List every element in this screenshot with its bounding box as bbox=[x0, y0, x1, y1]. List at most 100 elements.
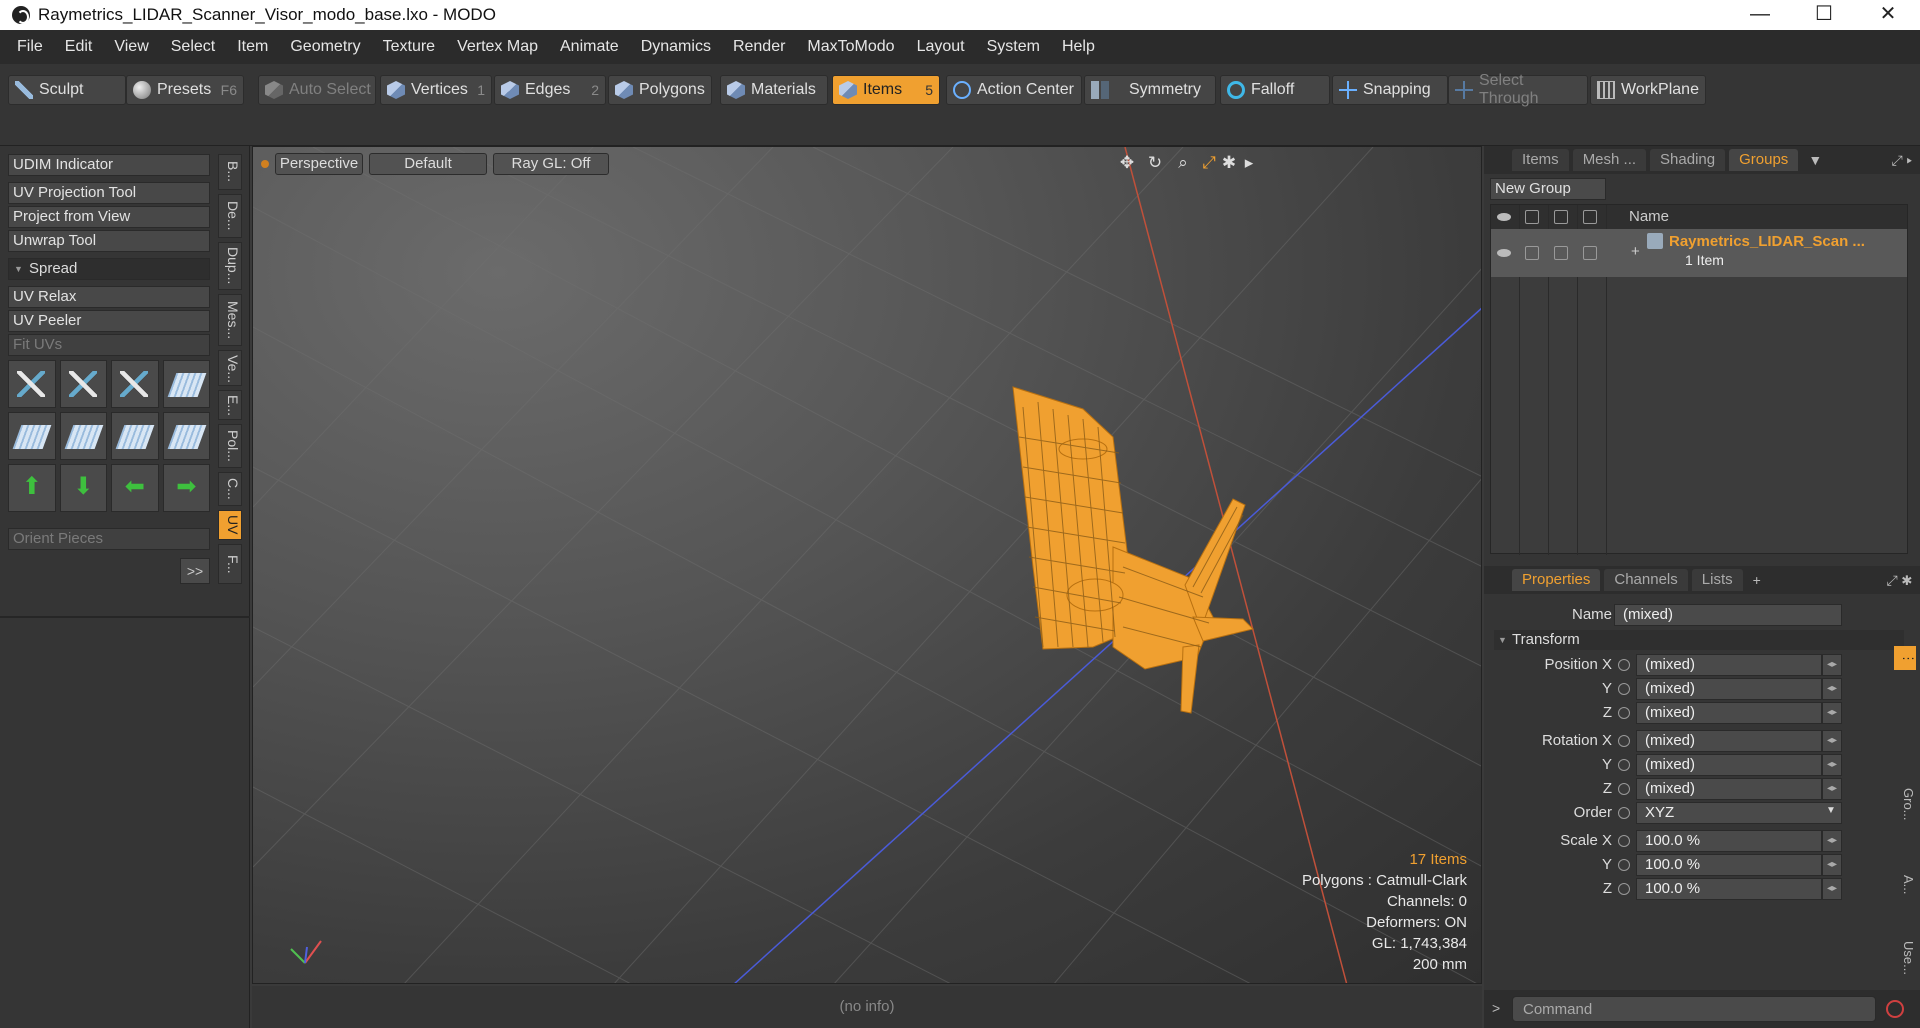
scale-z-field[interactable]: 100.0 % bbox=[1636, 878, 1822, 900]
tab-channels[interactable]: Channels bbox=[1604, 569, 1688, 591]
tab-groups[interactable]: Groups bbox=[1729, 149, 1799, 171]
scale-x-anim-dot[interactable] bbox=[1618, 835, 1630, 847]
position-y-slider-icon[interactable]: ◂▸ bbox=[1822, 678, 1842, 700]
position-z-anim-dot[interactable] bbox=[1618, 707, 1630, 719]
group-name[interactable]: Raymetrics_LIDAR_Scan ... bbox=[1669, 233, 1865, 250]
uv-plane-icon[interactable] bbox=[59, 412, 107, 460]
expand-panel-button[interactable]: >> bbox=[180, 558, 210, 584]
side-tab-assemblies[interactable]: A... bbox=[1894, 868, 1916, 902]
minimize-button[interactable]: — bbox=[1728, 0, 1792, 30]
position-x-field[interactable]: (mixed) bbox=[1636, 654, 1822, 676]
rotation-z-slider-icon[interactable]: ◂▸ bbox=[1822, 778, 1842, 800]
rotation-y-slider-icon[interactable]: ◂▸ bbox=[1822, 754, 1842, 776]
rotation-x-slider-icon[interactable]: ◂▸ bbox=[1822, 730, 1842, 752]
vtab-curve[interactable]: C... bbox=[218, 472, 242, 506]
rotation-y-field[interactable]: (mixed) bbox=[1636, 754, 1822, 776]
expand-group-icon[interactable]: + bbox=[1631, 243, 1640, 260]
project-from-view-button[interactable]: Project from View bbox=[8, 206, 210, 228]
vtab-deform[interactable]: De... bbox=[218, 194, 242, 238]
menu-item[interactable]: Item bbox=[226, 38, 279, 56]
items-button[interactable]: Items 5 bbox=[832, 75, 940, 105]
side-tab-groups[interactable]: Gro... bbox=[1894, 772, 1916, 836]
edges-button[interactable]: Edges 2 bbox=[494, 75, 606, 105]
shading-dropdown[interactable]: Default bbox=[369, 153, 487, 175]
select-through-button[interactable]: Select Through bbox=[1448, 72, 1588, 107]
rotation-x-anim-dot[interactable] bbox=[1618, 735, 1630, 747]
vertices-button[interactable]: Vertices 1 bbox=[380, 75, 492, 105]
close-button[interactable]: ✕ bbox=[1856, 0, 1920, 30]
vtab-basic[interactable]: B... bbox=[218, 154, 242, 190]
falloff-button[interactable]: Falloff bbox=[1220, 75, 1330, 105]
menu-vertex-map[interactable]: Vertex Map bbox=[446, 38, 549, 56]
menu-texture[interactable]: Texture bbox=[372, 38, 446, 56]
vtab-mesh-edit[interactable]: Mes... bbox=[218, 294, 242, 346]
position-x-slider-icon[interactable]: ◂▸ bbox=[1822, 654, 1842, 676]
align-left-icon[interactable]: ⬅ bbox=[111, 464, 159, 512]
vtab-polygon[interactable]: Pol... bbox=[218, 424, 242, 468]
align-right-icon[interactable]: ➡ bbox=[162, 464, 210, 512]
position-z-field[interactable]: (mixed) bbox=[1636, 702, 1822, 724]
side-tab-user[interactable]: Use... bbox=[1894, 932, 1916, 984]
symmetry-button[interactable]: Symmetry bbox=[1084, 75, 1216, 105]
new-group-button[interactable]: New Group bbox=[1490, 178, 1606, 200]
polygons-button[interactable]: Polygons bbox=[608, 75, 712, 105]
group-select-toggle[interactable] bbox=[1583, 246, 1597, 260]
materials-button[interactable]: Materials bbox=[720, 75, 828, 105]
menu-maxtomodo[interactable]: MaxToModo bbox=[796, 38, 905, 56]
scale-x-slider-icon[interactable]: ◂▸ bbox=[1822, 830, 1842, 852]
menu-file[interactable]: File bbox=[6, 38, 54, 56]
command-input[interactable] bbox=[1512, 996, 1876, 1022]
uv-sphere-icon[interactable] bbox=[8, 412, 56, 460]
align-down-icon[interactable]: ⬇ bbox=[59, 464, 107, 512]
add-tab-button[interactable]: + bbox=[1747, 572, 1767, 588]
command-run-icon[interactable] bbox=[1886, 1000, 1904, 1018]
tab-dropdown-icon[interactable]: ▼ bbox=[1802, 152, 1828, 168]
order-dropdown[interactable]: XYZ bbox=[1636, 802, 1842, 824]
side-tab-active[interactable]: ⋮ bbox=[1894, 646, 1916, 670]
rotate-view-icon[interactable]: ↻ bbox=[1145, 153, 1165, 173]
viewport-menu-icon[interactable]: ▸ bbox=[1239, 153, 1259, 173]
menu-dynamics[interactable]: Dynamics bbox=[630, 38, 722, 56]
order-anim-dot[interactable] bbox=[1618, 807, 1630, 819]
scale-y-field[interactable]: 100.0 % bbox=[1636, 854, 1822, 876]
scale-y-anim-dot[interactable] bbox=[1618, 859, 1630, 871]
uv-perspective-icon[interactable] bbox=[111, 412, 159, 460]
orient-pieces-button[interactable]: Orient Pieces bbox=[8, 528, 210, 550]
scale-x-field[interactable]: 100.0 % bbox=[1636, 830, 1822, 852]
menu-animate[interactable]: Animate bbox=[549, 38, 630, 56]
menu-help[interactable]: Help bbox=[1051, 38, 1106, 56]
scale-z-slider-icon[interactable]: ◂▸ bbox=[1822, 878, 1842, 900]
menu-view[interactable]: View bbox=[103, 38, 159, 56]
unwrap-tool-button[interactable]: Unwrap Tool bbox=[8, 230, 210, 252]
group-visibility-icon[interactable] bbox=[1497, 249, 1511, 257]
presets-button[interactable]: Presets F6 bbox=[126, 75, 244, 105]
rotation-x-field[interactable]: (mixed) bbox=[1636, 730, 1822, 752]
rotation-z-field[interactable]: (mixed) bbox=[1636, 778, 1822, 800]
maximize-viewport-icon[interactable]: ⤢ bbox=[1199, 153, 1219, 173]
transform-section[interactable]: Transform bbox=[1494, 630, 1904, 650]
menu-layout[interactable]: Layout bbox=[906, 38, 976, 56]
properties-expand-icon[interactable]: ⤢ ✱ bbox=[1886, 572, 1912, 589]
scale-z-anim-dot[interactable] bbox=[1618, 883, 1630, 895]
menu-geometry[interactable]: Geometry bbox=[279, 38, 371, 56]
position-y-field[interactable]: (mixed) bbox=[1636, 678, 1822, 700]
pan-icon[interactable]: ✥ bbox=[1117, 153, 1137, 173]
spread-section[interactable]: Spread bbox=[8, 258, 210, 280]
3d-viewport[interactable]: Perspective Default Ray GL: Off ✥ ↻ ⌕ ⤢ … bbox=[252, 146, 1482, 984]
tab-shading[interactable]: Shading bbox=[1650, 149, 1726, 171]
tab-items[interactable]: Items bbox=[1512, 149, 1569, 171]
vtab-fusion[interactable]: F... bbox=[218, 544, 242, 584]
menu-system[interactable]: System bbox=[976, 38, 1051, 56]
tab-mesh[interactable]: Mesh ... bbox=[1572, 149, 1647, 171]
position-y-anim-dot[interactable] bbox=[1618, 683, 1630, 695]
uv-peeler-button[interactable]: UV Peeler bbox=[8, 310, 210, 332]
auto-select-button[interactable]: Auto Select bbox=[258, 75, 376, 105]
scale-y-slider-icon[interactable]: ◂▸ bbox=[1822, 854, 1842, 876]
udim-indicator-button[interactable]: UDIM Indicator bbox=[8, 154, 210, 176]
menu-render[interactable]: Render bbox=[722, 38, 796, 56]
rotation-z-anim-dot[interactable] bbox=[1618, 783, 1630, 795]
tab-properties[interactable]: Properties bbox=[1512, 569, 1601, 591]
uv-move-icon[interactable] bbox=[8, 360, 56, 408]
align-up-icon[interactable]: ⬆ bbox=[8, 464, 56, 512]
vtab-edge[interactable]: E... bbox=[218, 390, 242, 420]
